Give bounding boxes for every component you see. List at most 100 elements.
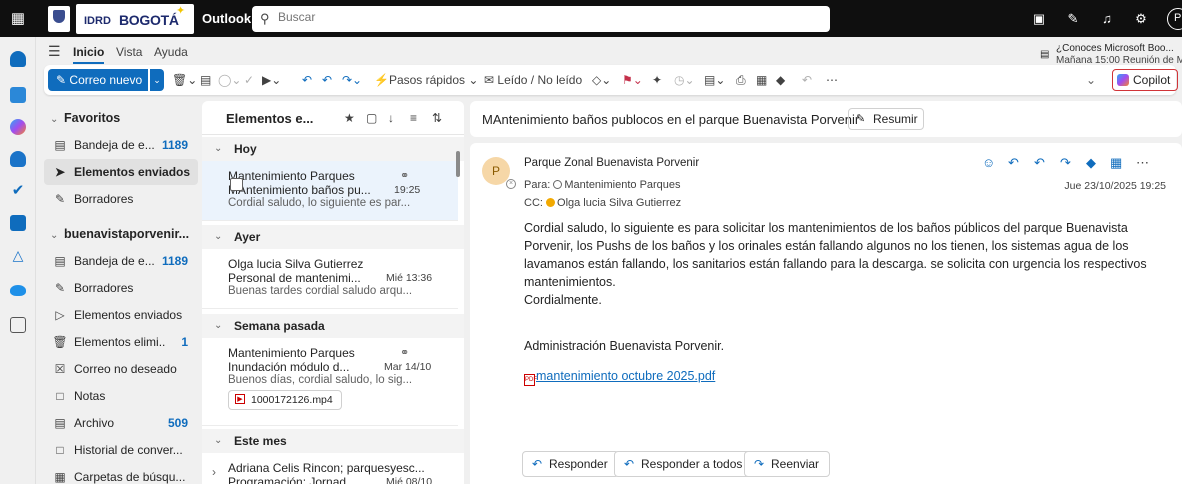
tab-ayuda[interactable]: Ayuda <box>154 45 188 59</box>
app-launcher-grid-icon[interactable]: ▦ <box>8 9 28 29</box>
notifications-bell-icon[interactable]: ♫ <box>1098 10 1116 28</box>
apps-icon[interactable]: ▦ <box>1110 155 1122 171</box>
tag-icon[interactable]: ◇⌄ <box>592 73 611 87</box>
org-chart-icon[interactable]: △ <box>10 247 26 263</box>
new-mail-dropdown[interactable]: ⌄ <box>150 69 164 91</box>
idrd-bogota-logo: IDRD BOGOTÁ ✦ <box>76 4 194 34</box>
favorite-star-icon[interactable]: ★ <box>344 111 355 125</box>
reply-all-icon[interactable]: ↶ <box>1034 155 1045 171</box>
feedback-icon[interactable]: ✎ <box>1064 10 1082 28</box>
reply-icon: ↶ <box>532 457 543 471</box>
folder-deleted[interactable]: 🗑 Elementos elimi... 1 <box>44 329 198 355</box>
recipient-to[interactable]: Mantenimiento Parques <box>564 179 680 191</box>
draft-icon: ✎ <box>54 281 66 295</box>
reply-all-button[interactable]: ↶ Responder a todos <box>614 451 754 477</box>
group-header-last-week[interactable]: ⌄ Semana pasada <box>202 314 464 338</box>
filter-icon[interactable]: ≡ <box>410 111 417 125</box>
undo-icon[interactable]: ↶ <box>802 73 812 87</box>
report-icon[interactable]: ◯⌄ <box>218 73 241 87</box>
folder-inbox[interactable]: ▤ Bandeja de e... 1189 <box>44 248 198 274</box>
new-mail-button[interactable]: ✎ Correo nuevo <box>48 69 148 91</box>
move-to-icon[interactable]: ▶⌄ <box>262 73 281 87</box>
group-header-yesterday[interactable]: ⌄ Ayer <box>202 225 464 249</box>
immersive-reader-icon[interactable]: ◆ <box>776 73 785 87</box>
mail-item[interactable]: Olga lucia Silva Gutierrez Personal de m… <box>202 249 458 309</box>
reply-button[interactable]: ↶ Responder <box>522 451 619 477</box>
more-apps-icon[interactable] <box>10 317 26 333</box>
todo-check-icon[interactable]: ✔ <box>10 183 26 199</box>
archive-icon[interactable]: ▤ <box>200 73 211 87</box>
print-icon[interactable]: ⎙ <box>736 73 746 88</box>
cloud-icon[interactable] <box>10 285 26 296</box>
quick-steps-button[interactable]: ⚡Pasos rápidos ⌄ <box>374 73 478 87</box>
account-header[interactable]: ⌄ buenavistaporvenir... <box>50 227 189 241</box>
account-avatar[interactable]: P <box>1167 8 1182 30</box>
favorites-header[interactable]: ⌄ Favoritos <box>50 111 120 125</box>
chevron-right-icon[interactable]: › <box>212 465 216 479</box>
jump-down-icon[interactable]: ↓ <box>388 111 394 125</box>
folder-favorites-inbox[interactable]: ▤ Bandeja de e... 1189 <box>44 132 198 158</box>
tab-vista[interactable]: Vista <box>116 45 142 59</box>
mail-item[interactable]: › Adriana Celis Rincon; parquesyesc... P… <box>202 453 458 484</box>
mail-item[interactable]: Mantenimiento Parques ⚭ Inundación módul… <box>202 338 458 426</box>
mail-app-icon[interactable] <box>10 51 26 67</box>
ribbon-collapse-chevron-icon[interactable]: ⌄ <box>1086 73 1096 87</box>
snooze-icon[interactable]: ◷⌄ <box>674 73 695 87</box>
summarize-button[interactable]: ✎ Resumir <box>848 108 924 130</box>
select-mode-icon[interactable]: ▢ <box>366 111 377 125</box>
hamburger-menu-icon[interactable]: ☰ <box>48 43 61 60</box>
people-app-icon[interactable] <box>10 151 26 167</box>
reply-icon[interactable]: ↶ <box>1008 155 1019 171</box>
flag-icon[interactable]: ⚑⌄ <box>622 73 643 87</box>
forward-icon[interactable]: ↷ <box>1060 155 1071 171</box>
calendar-event-icon: ▤ <box>1040 49 1050 60</box>
forward-button[interactable]: ↷ Reenviar <box>744 451 831 477</box>
list-scrollbar[interactable] <box>456 151 460 177</box>
folder-search-folders[interactable]: ▦ Carpetas de búsqu... <box>44 464 198 484</box>
pin-icon[interactable]: ✦ <box>652 73 662 87</box>
tab-inicio[interactable]: Inicio <box>73 45 105 64</box>
chevron-down-icon: ⌄ <box>214 435 223 446</box>
rules-icon[interactable]: ▤⌄ <box>704 73 725 87</box>
reply-icon[interactable]: ↶ <box>302 73 312 87</box>
folder-sent[interactable]: ▷ Elementos enviados <box>44 302 198 328</box>
apps-icon[interactable]: ▦ <box>756 73 767 87</box>
sweep-icon[interactable]: ✓ <box>244 73 254 87</box>
more-actions-icon[interactable]: ⋯ <box>1136 155 1149 171</box>
copilot-button[interactable]: Copilot <box>1112 69 1178 91</box>
folder-conversation-history[interactable]: □ Historial de conver... <box>44 437 198 463</box>
immersive-reader-icon[interactable]: ◆ <box>1086 155 1096 171</box>
mail-select-checkbox[interactable] <box>230 178 243 191</box>
pdf-attachment-link[interactable]: PDFmantenimiento octubre 2025.pdf <box>524 369 715 386</box>
folder-drafts[interactable]: ✎ Borradores <box>44 275 198 301</box>
message-actions: ☺ ↶ ↶ ↷ ◆ ▦ ⋯ <box>982 155 1172 173</box>
sender-name[interactable]: Parque Zonal Buenavista Porvenir <box>524 157 699 169</box>
settings-gear-icon[interactable]: ⚙ <box>1132 10 1150 28</box>
more-options-icon[interactable]: ⋯ <box>826 73 838 87</box>
emoji-reaction-icon[interactable]: ☺ <box>982 155 995 170</box>
delete-icon[interactable]: 🗑⌄ <box>172 73 197 87</box>
folder-favorites-sent[interactable]: ➤ Elementos enviados <box>44 159 198 185</box>
folder-junk[interactable]: ☒ Correo no deseado <box>44 356 198 382</box>
draft-icon: ✎ <box>54 192 66 206</box>
app-name[interactable]: Outlook <box>202 11 251 26</box>
folder-archive[interactable]: ▤ Archivo 509 <box>44 410 198 436</box>
attachment-chip[interactable]: ▶ 1000172126.mp4 <box>228 390 342 410</box>
list-title: Elementos e... <box>226 111 314 126</box>
onedrive-save-icon[interactable] <box>10 215 26 231</box>
folder-favorites-drafts[interactable]: ✎ Borradores <box>44 186 198 212</box>
read-unread-button[interactable]: ✉ Leído / No leído <box>484 73 582 87</box>
search-input[interactable] <box>278 10 798 24</box>
forward-icon[interactable]: ↷⌄ <box>342 73 362 87</box>
recipient-cc[interactable]: Olga lucia Silva Gutierrez <box>557 197 681 209</box>
mail-item[interactable]: Mantenimiento Parques ⚭ MAntenimiento ba… <box>202 161 458 221</box>
folder-notes[interactable]: □ Notas <box>44 383 198 409</box>
calendar-app-icon[interactable] <box>10 87 26 103</box>
copilot-app-icon[interactable] <box>10 119 26 135</box>
group-header-this-month[interactable]: ⌄ Este mes <box>202 429 464 453</box>
reply-all-icon[interactable]: ↶ <box>322 73 332 87</box>
sort-icon[interactable]: ⇅ <box>432 111 442 125</box>
search-box[interactable]: ⚲ <box>252 6 830 32</box>
teams-icon[interactable]: ▣ <box>1030 10 1048 28</box>
group-header-today[interactable]: ⌄ Hoy <box>202 137 464 161</box>
